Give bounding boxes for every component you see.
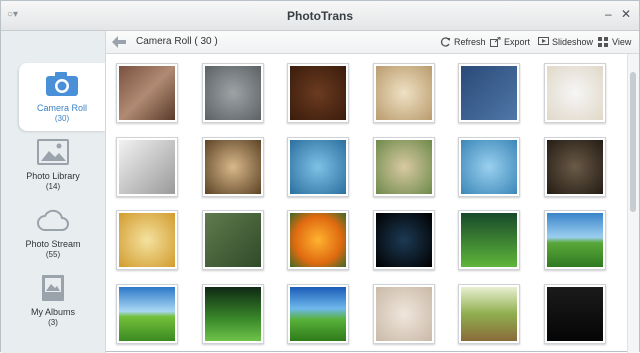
photo-thumbnail[interactable]: [287, 63, 349, 123]
slideshow-button[interactable]: Slideshow: [538, 37, 593, 47]
photo-thumbnail[interactable]: [116, 63, 178, 123]
photo-green-hill-bright: [290, 286, 346, 341]
photo-thumbnail[interactable]: [372, 283, 435, 344]
photo-cartoon-dark: [375, 213, 432, 267]
photo-orange-flower: [290, 213, 346, 267]
cloud-icon: [37, 209, 69, 231]
photo-rabbid-toilet: [119, 139, 175, 194]
sidebar-item-label: Camera Roll: [36, 103, 87, 113]
photo-thumbnail[interactable]: [372, 210, 435, 270]
photo-thumbnail[interactable]: [287, 283, 349, 344]
photo-rabbid-cow: [461, 139, 517, 194]
photo-green-hill-dark: [204, 286, 261, 341]
photo-thumbnail[interactable]: [372, 63, 435, 123]
grid-view-icon: [598, 37, 608, 47]
photo-thumbnail[interactable]: [287, 210, 349, 270]
sidebar-item-label: Photo Library: [26, 171, 80, 181]
scrollbar[interactable]: [627, 54, 639, 353]
photo-thumbnail[interactable]: [543, 63, 606, 123]
photo-thumbnail[interactable]: [458, 210, 520, 270]
sidebar-item-my-albums[interactable]: My Albums (3): [11, 267, 95, 335]
photo-apple-logo-metal: [204, 66, 261, 120]
photo-thumbnail[interactable]: [458, 63, 520, 123]
app-window: ○▾ PhotoTrans ‒ ✕ Camera Roll (30) Photo…: [0, 0, 640, 353]
refresh-button[interactable]: Refresh: [440, 37, 486, 47]
photo-thumbnail[interactable]: [116, 283, 178, 344]
sidebar-item-count: (3): [48, 318, 58, 327]
sidebar-item-photo-stream[interactable]: Photo Stream (55): [11, 199, 95, 267]
photo-thumbnail[interactable]: [543, 210, 606, 270]
slideshow-label: Slideshow: [552, 37, 594, 47]
sidebar-item-photo-library[interactable]: Photo Library (14): [11, 131, 95, 199]
photo-thumbnail[interactable]: [201, 210, 264, 270]
app-title: PhotoTrans: [286, 9, 353, 23]
view-label: View: [612, 37, 632, 47]
photo-country-road: [461, 286, 517, 341]
view-button[interactable]: View: [598, 37, 631, 47]
photo-thumbnail[interactable]: [201, 63, 264, 123]
sidebar-item-count: (55): [45, 250, 61, 259]
photo-apple-jeans: [461, 66, 517, 120]
photo-thumbnail[interactable]: [543, 136, 606, 197]
photo-thumbnail[interactable]: [543, 283, 606, 344]
sidebar-item-label: Photo Stream: [25, 239, 81, 249]
minimize-button[interactable]: ‒: [605, 7, 612, 21]
sidebar: Camera Roll (30) Photo Library (14) Phot…: [1, 31, 106, 353]
photo-green-field-blue: [119, 286, 175, 341]
export-button[interactable]: Export: [490, 37, 530, 47]
photo-thumbnail[interactable]: [201, 136, 264, 197]
sidebar-item-camera-roll[interactable]: Camera Roll (30): [19, 63, 105, 131]
photo-apple-photo-collage: [375, 66, 432, 120]
photo-thumbnail[interactable]: [116, 210, 178, 270]
sidebar-item-count: (14): [45, 182, 61, 191]
title-bar: ○▾ PhotoTrans ‒ ✕: [1, 1, 639, 31]
photo-thumbnail[interactable]: [116, 136, 178, 197]
albums-icon: [42, 275, 64, 301]
refresh-label: Refresh: [454, 37, 486, 47]
back-arrow-icon[interactable]: [112, 36, 126, 48]
sidebar-item-label: My Albums: [30, 307, 75, 317]
refresh-icon: [440, 37, 450, 47]
photo-rabbid-pharaoh: [119, 213, 175, 267]
photo-library-icon: [37, 139, 69, 165]
photo-thumbnail[interactable]: [287, 136, 349, 197]
photo-apple-logo-stone: [119, 66, 175, 120]
camera-icon: [46, 72, 78, 96]
breadcrumb: Camera Roll ( 30 ): [136, 36, 218, 47]
toolbar: Camera Roll ( 30 ) Refresh Export Slides…: [106, 31, 639, 54]
photo-apple-coffee-beans: [290, 66, 346, 120]
sidebar-item-count: (30): [54, 114, 70, 123]
scrollbar-thumb[interactable]: [630, 72, 636, 212]
photo-green-hills-1: [461, 213, 517, 267]
photo-green-field-sky: [546, 213, 603, 267]
photo-people-outdoors: [204, 213, 261, 267]
photo-rabbid-green: [375, 139, 432, 194]
photo-rabbid-portrait: [204, 139, 261, 194]
export-icon: [490, 37, 501, 47]
photo-dark-quote: [546, 286, 603, 341]
photo-pink-heart: [375, 286, 432, 341]
photo-rabbid-april-fool: [546, 66, 603, 120]
photo-rabbid-pirate-dark: [546, 139, 603, 194]
close-button[interactable]: ✕: [621, 7, 631, 21]
photo-rabbid-pirate-blue: [290, 139, 346, 194]
photo-thumbnail[interactable]: [458, 283, 520, 344]
photo-grid: [106, 54, 626, 353]
photo-thumbnail[interactable]: [201, 283, 264, 344]
photo-thumbnail[interactable]: [372, 136, 435, 197]
photo-thumbnail[interactable]: [458, 136, 520, 197]
export-label: Export: [504, 37, 531, 47]
slideshow-icon: [538, 37, 549, 45]
